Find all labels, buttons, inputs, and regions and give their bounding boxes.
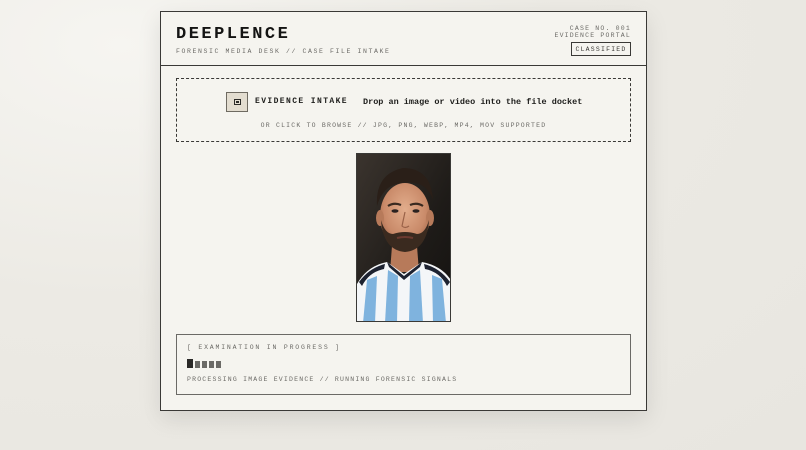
progress-segment (202, 361, 207, 368)
dropzone-description: Drop an image or video into the file doc… (363, 97, 583, 107)
evidence-preview (356, 153, 451, 322)
dropzone-hint: OR CLICK TO BROWSE // JPG, PNG, WEBP, MP… (260, 122, 547, 129)
portal-label: EVIDENCE PORTAL (554, 32, 631, 39)
classified-badge: CLASSIFIED (571, 42, 631, 56)
file-icon (226, 92, 248, 112)
progress-segment (209, 361, 214, 368)
case-number: CASE NO. 001 (569, 25, 631, 32)
brand-title: DEEPLENCE (176, 25, 291, 44)
portrait-photo (357, 154, 450, 321)
progress-segment (187, 359, 193, 368)
dropzone-title: EVIDENCE INTAKE (255, 97, 349, 106)
examination-status: [ EXAMINATION IN PROGRESS ] PROCESSING I… (176, 334, 631, 395)
status-detail: PROCESSING IMAGE EVIDENCE // RUNNING FOR… (187, 376, 458, 383)
intake-panel: DEEPLENCE FORENSIC MEDIA DESK // CASE FI… (160, 11, 647, 411)
progress-segment (195, 361, 200, 368)
progress-segment (216, 361, 221, 368)
status-title: [ EXAMINATION IN PROGRESS ] (187, 344, 341, 351)
brand-subtitle: FORENSIC MEDIA DESK // CASE FILE INTAKE (176, 48, 391, 55)
file-dropzone[interactable]: EVIDENCE INTAKE Drop an image or video i… (176, 78, 631, 142)
header: DEEPLENCE FORENSIC MEDIA DESK // CASE FI… (161, 12, 646, 66)
progress-indicator (187, 359, 221, 368)
